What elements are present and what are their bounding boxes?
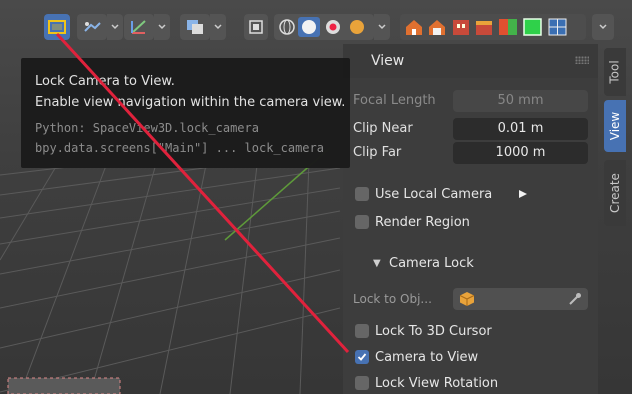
object-cube-icon — [459, 292, 475, 306]
xray-button[interactable] — [244, 14, 268, 40]
gizmo-icon — [131, 20, 146, 34]
gizmo-dropdown[interactable] — [154, 14, 170, 40]
shading-icons — [279, 17, 364, 37]
camera-to-view-checkbox[interactable] — [355, 350, 369, 364]
lock-camera-button[interactable] — [44, 14, 70, 40]
color-swatch-icon — [499, 19, 517, 35]
tooltip: Lock Camera to View. Enable view navigat… — [21, 58, 350, 168]
selected-object-outline — [7, 377, 121, 394]
use-local-camera-label: Use Local Camera — [375, 186, 493, 202]
checkmark-icon — [357, 353, 367, 361]
drag-grip-icon[interactable] — [575, 56, 589, 64]
gizmo-button[interactable] — [124, 14, 154, 40]
lock-to-object-field[interactable] — [453, 288, 588, 310]
overlay-dropdown[interactable] — [210, 14, 226, 40]
collection-dropdown[interactable] — [592, 14, 614, 40]
collection-visibility-icons — [406, 18, 567, 36]
tab-view-label: View — [608, 111, 623, 141]
camera-to-view-row[interactable]: Camera to View — [355, 347, 478, 367]
clip-far-field[interactable]: 1000 m — [453, 142, 588, 164]
view-sidebar-panel: View Focal Length 50 mm Clip Near 0.01 m… — [343, 44, 598, 394]
focal-length-field[interactable]: 50 mm — [453, 90, 588, 112]
view-pan-icon — [84, 22, 101, 32]
cursor-arrow-icon — [519, 190, 528, 198]
tooltip-description: Enable view navigation within the camera… — [35, 95, 346, 110]
clip-near-label: Clip Near — [353, 121, 413, 136]
render-region-checkbox[interactable] — [355, 215, 369, 229]
chevron-down-icon — [214, 24, 222, 30]
camera-lock-subpanel-header[interactable]: ▼ Camera Lock — [343, 250, 598, 278]
home-icon — [406, 20, 422, 35]
clip-far-label: Clip Far — [353, 145, 402, 160]
tab-create[interactable]: Create — [604, 160, 626, 226]
overlay-icon — [187, 20, 203, 34]
shop-icon — [476, 21, 492, 35]
camera-to-view-label: Camera to View — [375, 349, 479, 365]
chevron-down-icon: ▼ — [373, 258, 381, 269]
lock-view-rotation-checkbox[interactable] — [355, 376, 369, 390]
panel-title: View — [371, 53, 405, 69]
chevron-down-icon — [599, 24, 607, 30]
focal-length-label: Focal Length — [353, 93, 436, 108]
clip-near-field[interactable]: 0.01 m — [453, 118, 588, 140]
lock-camera-icon — [48, 20, 66, 34]
tab-tool[interactable]: Tool — [604, 48, 626, 96]
lock-to-object-label: Lock to Obj... — [353, 292, 432, 306]
xray-icon — [249, 20, 263, 34]
panel-header[interactable]: View — [343, 44, 598, 78]
eyedropper-icon[interactable] — [568, 292, 582, 306]
material-shading-icon — [326, 20, 340, 34]
tab-tool-label: Tool — [608, 60, 622, 84]
viewport-header — [0, 0, 632, 46]
view-pan-dropdown[interactable] — [107, 14, 123, 40]
tab-view[interactable]: View — [604, 100, 626, 152]
lock-view-rotation-label: Lock View Rotation — [375, 375, 499, 391]
wireframe-shading-icon — [279, 19, 295, 35]
use-local-camera-row[interactable]: Use Local Camera — [355, 184, 528, 204]
chevron-down-icon — [158, 24, 166, 30]
rendered-shading-icon — [350, 20, 364, 34]
tooltip-title: Lock Camera to View. — [35, 74, 175, 89]
view-pan-button[interactable] — [77, 14, 107, 40]
tooltip-bpy-path: bpy.data.screens["Main"] ... lock_camera — [35, 141, 324, 155]
grid-view-icon — [548, 18, 567, 36]
use-local-camera-checkbox[interactable] — [355, 187, 369, 201]
overlay-button[interactable] — [180, 14, 210, 40]
lock-to-3d-cursor-row[interactable]: Lock To 3D Cursor — [355, 321, 492, 341]
chevron-down-icon — [111, 24, 119, 30]
render-region-row[interactable]: Render Region — [355, 212, 470, 232]
tab-create-label: Create — [608, 173, 622, 213]
collection-visibility-group — [400, 14, 586, 40]
green-square-icon — [523, 18, 542, 36]
solid-shading-icon — [298, 17, 320, 37]
tooltip-python-path: Python: SpaceView3D.lock_camera — [35, 121, 259, 135]
shading-mode-group — [274, 14, 374, 40]
lock-to-3d-cursor-label: Lock To 3D Cursor — [375, 323, 492, 339]
camera-lock-title: Camera Lock — [389, 256, 474, 271]
lock-view-rotation-row[interactable]: Lock View Rotation — [355, 373, 498, 393]
shading-dropdown[interactable] — [374, 14, 390, 40]
render-region-label: Render Region — [375, 214, 470, 230]
house-icon — [429, 20, 445, 35]
building-icon — [453, 20, 469, 35]
lock-to-3d-cursor-checkbox[interactable] — [355, 324, 369, 338]
chevron-down-icon — [378, 24, 386, 30]
